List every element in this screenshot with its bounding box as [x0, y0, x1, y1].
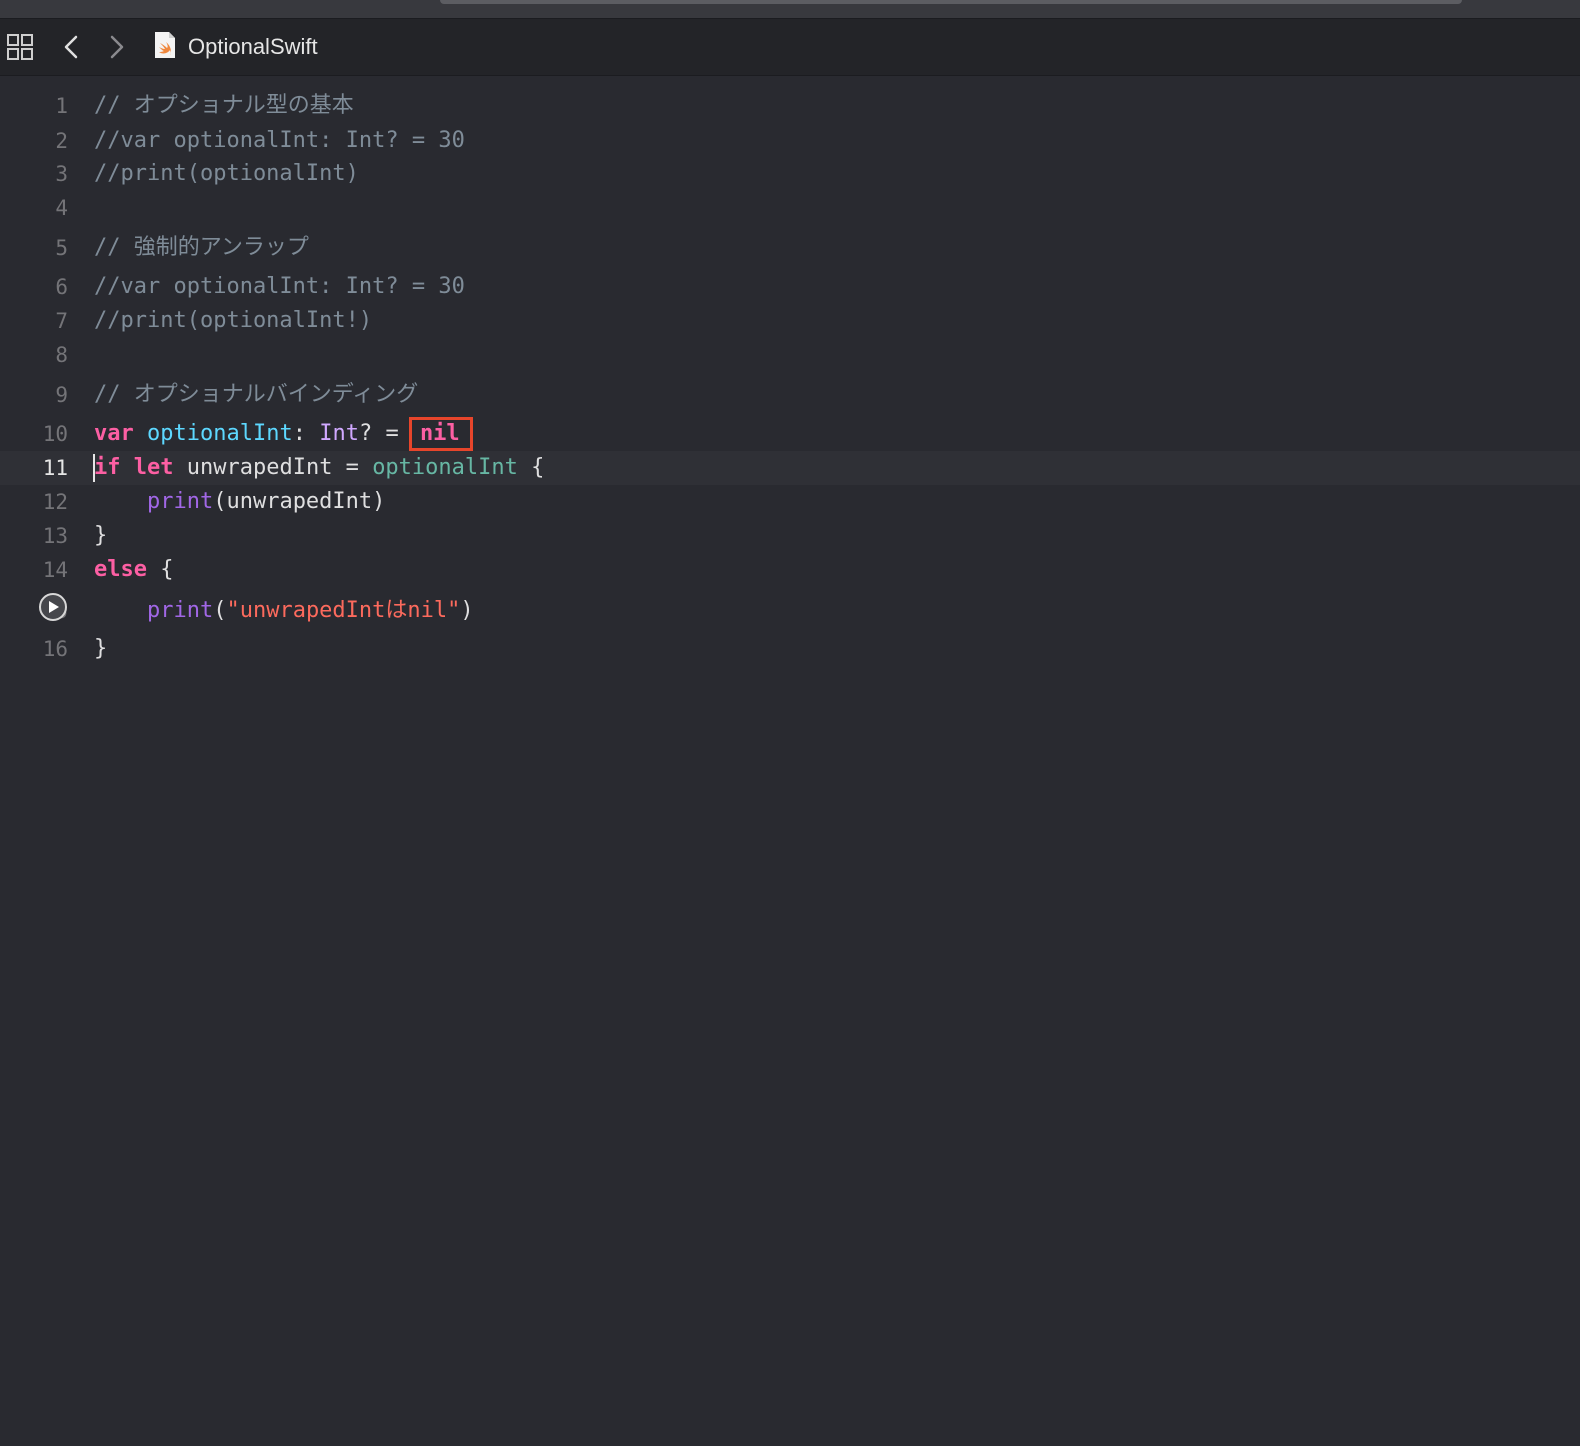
- code-token: ): [460, 598, 474, 623]
- jump-bar: OptionalSwift: [0, 19, 1580, 76]
- code-line[interactable]: 6 //var optionalInt: Int? = 30: [0, 270, 1580, 304]
- line-number: 3: [55, 162, 68, 186]
- code-text: // オプショナル型の基本: [94, 89, 354, 123]
- code-line[interactable]: 16}: [0, 632, 1580, 666]
- code-line[interactable]: 13}: [0, 519, 1580, 553]
- code-line[interactable]: 10 var optionalInt: Int? = nil: [0, 417, 1580, 451]
- code-text: var optionalInt: Int? = nil: [94, 417, 473, 451]
- code-text: //print(optionalInt): [94, 157, 359, 191]
- code-text: }: [94, 519, 107, 553]
- line-number: 12: [42, 490, 68, 514]
- code-token: }: [94, 636, 108, 661]
- line-number: 9: [55, 383, 68, 407]
- code-line[interactable]: 15 print("unwrapedIntはnil"): [0, 594, 1580, 628]
- code-token: //print(optionalInt): [94, 161, 359, 186]
- breadcrumb[interactable]: OptionalSwift: [154, 29, 318, 65]
- code-line[interactable]: 2 //var optionalInt: Int? = 30: [0, 124, 1580, 158]
- code-text: //var optionalInt: Int? = 30: [94, 124, 465, 158]
- code-token: print: [146, 598, 214, 623]
- code-text: else {: [94, 553, 173, 587]
- code-token: }: [94, 523, 108, 548]
- code-token: //var optionalInt: Int? = 30: [94, 274, 465, 299]
- code-token: "unwrapedIntはnil": [226, 598, 461, 623]
- code-line[interactable]: 4: [0, 191, 1580, 225]
- code-line[interactable]: 5 // 強制的アンラップ: [0, 231, 1580, 265]
- grid-icon[interactable]: [2, 29, 38, 65]
- code-token: {: [517, 455, 545, 480]
- code-token: {: [146, 557, 174, 582]
- window-top-strip: [0, 0, 1580, 19]
- code-token: Int: [319, 421, 359, 446]
- code-token: //var optionalInt: Int? = 30: [94, 128, 465, 153]
- code-token: //print(optionalInt!): [94, 308, 373, 333]
- line-number: 13: [42, 524, 68, 548]
- code-token: let: [133, 455, 174, 480]
- breadcrumb-file-name: OptionalSwift: [188, 34, 318, 59]
- code-text: }: [94, 632, 107, 666]
- code-token: ? =: [358, 421, 412, 446]
- code-text: print(unwrapedInt): [94, 485, 385, 519]
- line-number: 16: [42, 637, 68, 661]
- code-token: var: [94, 421, 134, 446]
- line-number: 8: [55, 343, 68, 367]
- line-number: 10: [42, 422, 68, 446]
- code-token: optionalInt: [147, 421, 293, 446]
- code-text: // オプショナルバインディング: [94, 378, 418, 412]
- line-number: 5: [55, 236, 68, 260]
- code-token: print: [146, 489, 214, 514]
- code-token: :: [292, 421, 320, 446]
- code-line[interactable]: 8: [0, 338, 1580, 372]
- highlighted-token: nil: [408, 417, 473, 451]
- code-text: print("unwrapedIntはnil"): [94, 594, 474, 628]
- code-line[interactable]: 14 else {: [0, 553, 1580, 587]
- horizontal-scrollbar[interactable]: [440, 0, 1462, 4]
- play-icon: [49, 601, 59, 613]
- code-text: if let unwrapedInt = optionalInt {: [94, 451, 544, 485]
- code-token: // オプショナルバインディング: [94, 382, 419, 407]
- line-number: 1: [55, 94, 68, 118]
- code-line[interactable]: 12 print(unwrapedInt): [0, 485, 1580, 519]
- code-token: if: [94, 455, 121, 480]
- code-line[interactable]: 1 // オプショナル型の基本: [0, 89, 1580, 123]
- code-text: //var optionalInt: Int? = 30: [94, 270, 465, 304]
- line-number: 6: [55, 275, 68, 299]
- line-number: 2: [55, 129, 68, 153]
- code-token: // オプショナル型の基本: [94, 93, 354, 118]
- code-token: unwrapedInt =: [173, 455, 373, 480]
- code-text: //print(optionalInt!): [94, 304, 372, 338]
- code-line[interactable]: 3 //print(optionalInt): [0, 157, 1580, 191]
- line-number: 7: [55, 309, 68, 333]
- line-number: 14: [42, 558, 68, 582]
- code-token: (unwrapedInt): [213, 489, 386, 514]
- code-token: (: [213, 598, 227, 623]
- code-line[interactable]: 9 // オプショナルバインディング: [0, 378, 1580, 412]
- code-token: optionalInt: [372, 455, 518, 480]
- chevron-left-icon[interactable]: [54, 29, 90, 65]
- text-cursor: [93, 454, 95, 482]
- chevron-right-icon[interactable]: [98, 29, 134, 65]
- code-token: // 強制的アンラップ: [94, 235, 309, 260]
- code-text: // 強制的アンラップ: [94, 231, 309, 265]
- code-token: else: [94, 557, 147, 582]
- line-number: 11: [42, 456, 68, 480]
- code-line[interactable]: 11 if let unwrapedInt = optionalInt {: [0, 451, 1580, 485]
- run-button[interactable]: [39, 593, 67, 621]
- code-editor[interactable]: 1 // オプショナル型の基本 2 //var optionalInt: Int? =…: [0, 76, 1580, 1446]
- swift-file-icon: [154, 31, 176, 64]
- line-number: 4: [55, 196, 68, 220]
- code-line[interactable]: 7 //print(optionalInt!): [0, 304, 1580, 338]
